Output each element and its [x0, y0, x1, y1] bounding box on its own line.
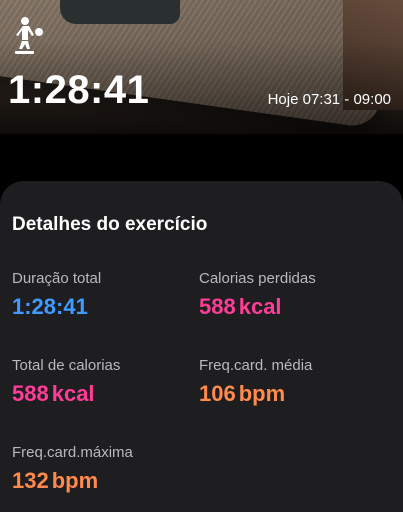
stat-total-calories: Total de calorias 588 kcal — [12, 357, 202, 407]
stat-value: 1:28:41 — [12, 294, 88, 319]
exercise-details-card: Detalhes do exercício Duração total 1:28… — [0, 181, 403, 512]
details-title: Detalhes do exercício — [12, 214, 208, 235]
stat-total-duration: Duração total 1:28:41 — [12, 270, 202, 320]
stat-value: 588 kcal — [199, 294, 389, 320]
header-duration: 1:28:41 — [8, 68, 150, 112]
stat-calories-burned: Calorias perdidas 588 kcal — [199, 270, 389, 320]
stat-value: 106 bpm — [199, 381, 389, 407]
exercise-header-photo: 1:28:41 Hoje 07:31 - 09:00 — [0, 0, 403, 134]
stat-value: 132 bpm — [12, 468, 202, 494]
stat-unit: kcal — [51, 381, 95, 406]
stat-number: 106 — [199, 381, 236, 406]
stat-unit: kcal — [238, 294, 282, 319]
stat-label: Duração total — [12, 270, 102, 287]
stat-label: Total de calorias — [12, 357, 121, 374]
header-time-range: Hoje 07:31 - 09:00 — [267, 91, 391, 108]
stat-max-heart-rate: Freq.card.máxima 132 bpm — [12, 444, 202, 494]
stat-value: 588 kcal — [12, 381, 202, 407]
stat-avg-heart-rate: Freq.card. média 106 bpm — [199, 357, 389, 407]
stat-number: 588 — [12, 381, 49, 406]
stat-unit: bpm — [51, 468, 99, 493]
stat-label: Calorias perdidas — [199, 270, 316, 287]
stat-number: 132 — [12, 468, 49, 493]
exercise-detail-screen: 1:28:41 Hoje 07:31 - 09:00 Detalhes do e… — [0, 0, 403, 512]
stat-label: Freq.card. média — [199, 357, 313, 374]
stat-unit: bpm — [238, 381, 286, 406]
stat-number: 588 — [199, 294, 236, 319]
stat-label: Freq.card.máxima — [12, 444, 133, 461]
volleyball-player-icon — [15, 17, 43, 54]
